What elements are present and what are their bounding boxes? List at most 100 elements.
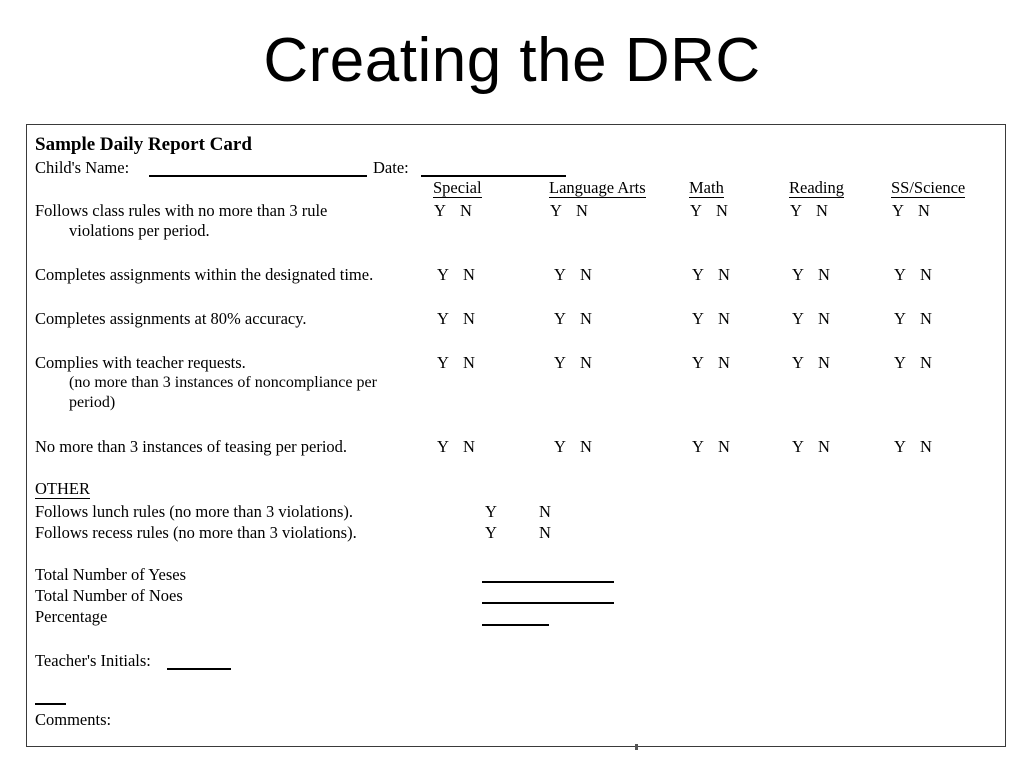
yn-group-reading[interactable]: YN — [792, 265, 830, 284]
yes-option[interactable]: Y — [692, 309, 718, 328]
no-option[interactable]: N — [463, 437, 475, 456]
percentage-label: Percentage — [35, 607, 108, 626]
yes-option[interactable]: Y — [437, 437, 463, 456]
yn-group-math[interactable]: YN — [692, 265, 730, 284]
no-option[interactable]: N — [718, 265, 730, 284]
no-option[interactable]: N — [463, 265, 475, 284]
no-option[interactable]: N — [718, 353, 730, 372]
yes-option[interactable]: Y — [485, 502, 539, 521]
yn-group-language-arts[interactable]: YN — [554, 353, 592, 372]
no-option[interactable]: N — [463, 309, 475, 328]
yn-group-special[interactable]: YN — [437, 437, 475, 456]
yn-group-reading[interactable]: YN — [792, 309, 830, 328]
yes-option[interactable]: Y — [437, 265, 463, 284]
yes-option[interactable]: Y — [434, 201, 460, 220]
item-label-continued: violations per period. — [69, 221, 210, 240]
yn-group-ss-science[interactable]: YN — [894, 265, 932, 284]
total-noes-label: Total Number of Noes — [35, 586, 183, 605]
no-option[interactable]: N — [539, 502, 551, 521]
percentage-field[interactable] — [482, 624, 549, 626]
no-option[interactable]: N — [818, 353, 830, 372]
column-header-reading: Reading — [789, 178, 844, 198]
yes-option[interactable]: Y — [554, 309, 580, 328]
no-option[interactable]: N — [818, 437, 830, 456]
yn-group-special[interactable]: YN — [437, 353, 475, 372]
yes-option[interactable]: Y — [894, 353, 920, 372]
document-heading: Sample Daily Report Card — [35, 134, 252, 155]
date-field[interactable] — [421, 175, 566, 177]
yes-option[interactable]: Y — [554, 437, 580, 456]
item-label: No more than 3 instances of teasing per … — [35, 437, 348, 456]
yes-option[interactable]: Y — [790, 201, 816, 220]
yn-group-lunch[interactable]: YN — [485, 502, 551, 521]
yes-option[interactable]: Y — [894, 265, 920, 284]
no-option[interactable]: N — [539, 523, 551, 542]
yes-option[interactable]: Y — [692, 353, 718, 372]
no-option[interactable]: N — [460, 201, 472, 220]
yes-option[interactable]: Y — [792, 309, 818, 328]
yes-option[interactable]: Y — [690, 201, 716, 220]
yn-group-special[interactable]: YN — [437, 309, 475, 328]
item-label: Complies with teacher requests. — [35, 353, 246, 372]
yes-option[interactable]: Y — [692, 265, 718, 284]
yes-option[interactable]: Y — [692, 437, 718, 456]
date-label: Date: — [373, 158, 409, 177]
yes-option[interactable]: Y — [554, 353, 580, 372]
total-noes-field[interactable] — [482, 602, 614, 604]
yes-option[interactable]: Y — [792, 437, 818, 456]
yes-option[interactable]: Y — [554, 265, 580, 284]
yes-option[interactable]: Y — [550, 201, 576, 220]
no-option[interactable]: N — [718, 437, 730, 456]
yn-group-ss-science[interactable]: YN — [894, 309, 932, 328]
yes-option[interactable]: Y — [792, 353, 818, 372]
yes-option[interactable]: Y — [894, 309, 920, 328]
no-option[interactable]: N — [580, 309, 592, 328]
yn-group-math[interactable]: YN — [690, 201, 728, 220]
yn-group-math[interactable]: YN — [692, 309, 730, 328]
yn-group-language-arts[interactable]: YN — [554, 437, 592, 456]
yn-group-recess[interactable]: YN — [485, 523, 551, 542]
yes-option[interactable]: Y — [894, 437, 920, 456]
yn-group-reading[interactable]: YN — [792, 437, 830, 456]
yn-group-ss-science[interactable]: YN — [892, 201, 930, 220]
yes-option[interactable]: Y — [437, 353, 463, 372]
no-option[interactable]: N — [918, 201, 930, 220]
yn-group-language-arts[interactable]: YN — [554, 265, 592, 284]
no-option[interactable]: N — [818, 309, 830, 328]
no-option[interactable]: N — [920, 265, 932, 284]
yn-group-ss-science[interactable]: YN — [894, 353, 932, 372]
no-option[interactable]: N — [580, 265, 592, 284]
yn-group-language-arts[interactable]: YN — [554, 309, 592, 328]
total-yeses-field[interactable] — [482, 581, 614, 583]
report-card-document: Sample Daily Report Card Child's Name: D… — [26, 124, 1006, 750]
yn-group-math[interactable]: YN — [692, 353, 730, 372]
yn-group-special[interactable]: YN — [437, 265, 475, 284]
no-option[interactable]: N — [580, 353, 592, 372]
item-label-continued: (no more than 3 instances of noncomplian… — [69, 374, 377, 391]
yn-group-reading[interactable]: YN — [792, 353, 830, 372]
item-label: Follows class rules with no more than 3 … — [35, 201, 328, 220]
yn-group-language-arts[interactable]: YN — [550, 201, 588, 220]
no-option[interactable]: N — [920, 309, 932, 328]
no-option[interactable]: N — [716, 201, 728, 220]
no-option[interactable]: N — [718, 309, 730, 328]
no-option[interactable]: N — [816, 201, 828, 220]
teacher-initials-field[interactable] — [167, 668, 231, 670]
yes-option[interactable]: Y — [792, 265, 818, 284]
other-item-label: Follows lunch rules (no more than 3 viol… — [35, 502, 354, 521]
childs-name-label: Child's Name: — [35, 158, 130, 177]
yn-group-math[interactable]: YN — [692, 437, 730, 456]
yn-group-reading[interactable]: YN — [790, 201, 828, 220]
yes-option[interactable]: Y — [437, 309, 463, 328]
yes-option[interactable]: Y — [485, 523, 539, 542]
childs-name-field[interactable] — [149, 175, 367, 177]
no-option[interactable]: N — [818, 265, 830, 284]
no-option[interactable]: N — [920, 437, 932, 456]
yes-option[interactable]: Y — [892, 201, 918, 220]
no-option[interactable]: N — [463, 353, 475, 372]
no-option[interactable]: N — [576, 201, 588, 220]
no-option[interactable]: N — [920, 353, 932, 372]
yn-group-special[interactable]: YN — [434, 201, 472, 220]
no-option[interactable]: N — [580, 437, 592, 456]
yn-group-ss-science[interactable]: YN — [894, 437, 932, 456]
